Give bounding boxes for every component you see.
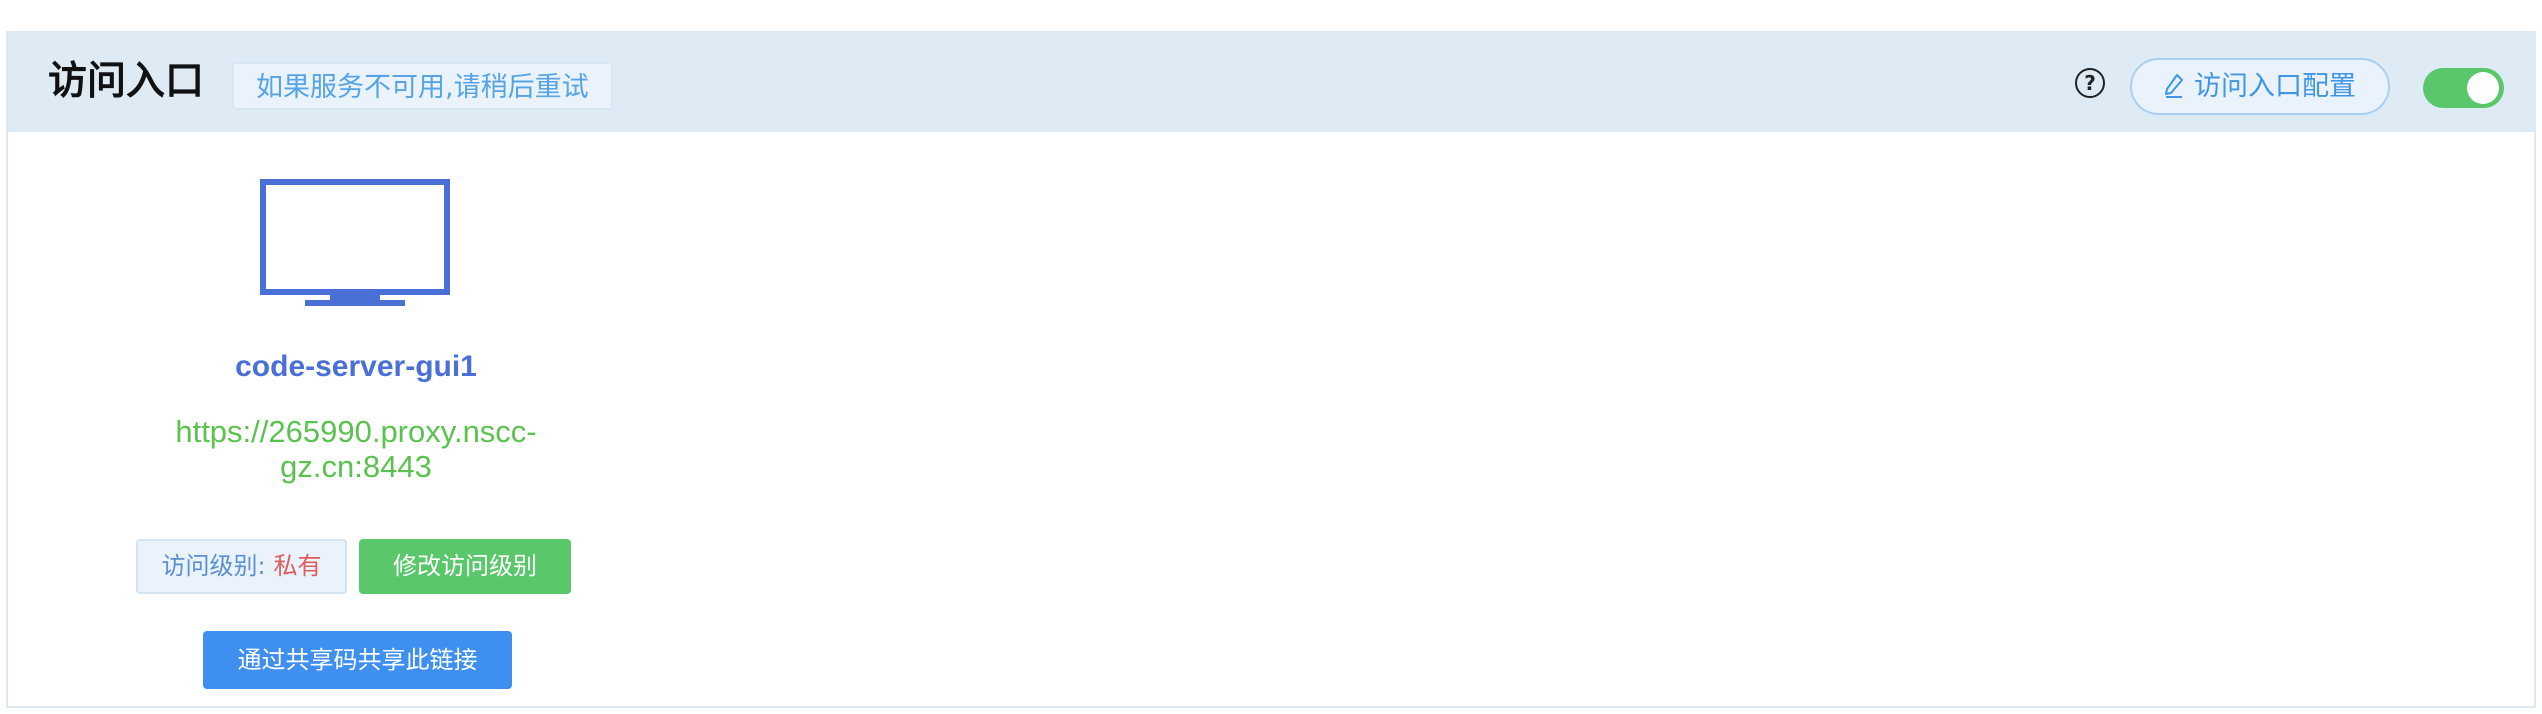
panel-title: 访问入口 — [48, 59, 205, 104]
entry-url-link[interactable]: https://265990.proxy.nscc- gz.cn:8443 — [146, 414, 566, 484]
access-level-label: 访问级别: — [161, 552, 266, 580]
access-level-value: 私有 — [273, 552, 322, 580]
access-level-badge: 访问级别: 私有 — [136, 539, 347, 594]
entry-url-line-1: https://265990.proxy.nscc- — [175, 414, 537, 449]
help-icon[interactable]: ? — [2075, 68, 2105, 98]
modify-access-level-button[interactable]: 修改访问级别 — [359, 539, 571, 594]
access-entry-panel: 访问入口 如果服务不可用,请稍后重试 ? 访问入口配置 code-server-… — [6, 31, 2536, 708]
edit-pen-icon — [2165, 74, 2183, 98]
monitor-icon — [260, 179, 450, 306]
share-via-code-button[interactable]: 通过共享码共享此链接 — [203, 631, 512, 689]
entry-name: code-server-gui1 — [235, 350, 477, 383]
access-config-button[interactable]: 访问入口配置 — [2130, 58, 2390, 115]
panel-header: 访问入口 如果服务不可用,请稍后重试 ? 访问入口配置 — [8, 33, 2534, 132]
entry-url-line-2: gz.cn:8443 — [280, 449, 432, 484]
enable-toggle[interactable] — [2423, 68, 2504, 108]
toggle-knob — [2467, 72, 2499, 104]
availability-hint: 如果服务不可用,请稍后重试 — [232, 62, 613, 110]
access-config-label: 访问入口配置 — [2194, 71, 2356, 102]
